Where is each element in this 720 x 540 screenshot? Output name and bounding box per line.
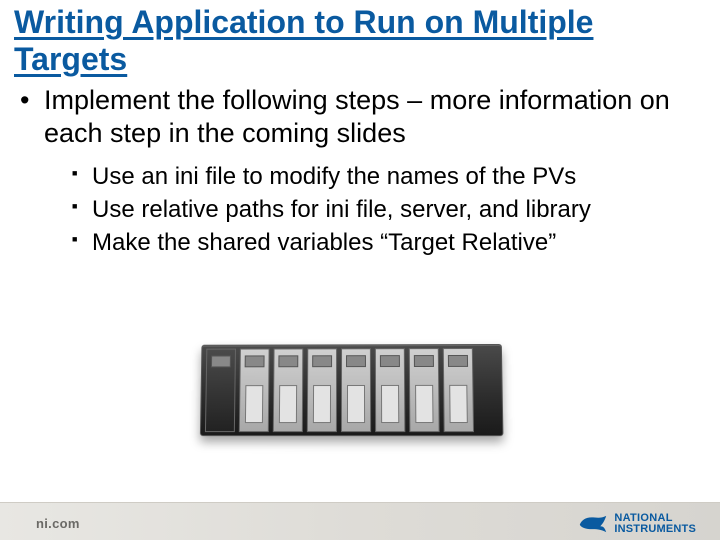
bullet-text: Use an ini file to modify the names of t… <box>92 163 576 190</box>
ni-logo: NATIONAL INSTRUMENTS <box>578 513 696 535</box>
bullet-text: Implement the following steps – more inf… <box>44 85 670 149</box>
list-item: Implement the following steps – more inf… <box>18 84 702 259</box>
list-item: Use relative paths for ini file, server,… <box>72 194 702 225</box>
slide: Writing Application to Run on Multiple T… <box>0 4 720 540</box>
chassis-slot <box>341 348 371 432</box>
chassis-slot <box>375 348 405 432</box>
bullet-text: Use relative paths for ini file, server,… <box>92 196 591 223</box>
chassis-slot <box>443 348 474 432</box>
ni-logo-text: NATIONAL INSTRUMENTS <box>614 513 696 535</box>
chassis-slot <box>273 348 303 432</box>
chassis-slot <box>239 349 270 433</box>
hardware-chassis-image <box>200 324 500 444</box>
bullet-list-level2: Use an ini file to modify the names of t… <box>72 161 702 259</box>
chassis-slot <box>409 348 440 432</box>
bullet-text: Make the shared variables “Target Relati… <box>92 229 556 256</box>
slide-title: Writing Application to Run on Multiple T… <box>14 4 720 78</box>
ni-eagle-icon <box>578 513 608 535</box>
logo-line2: INSTRUMENTS <box>614 524 696 535</box>
slide-body: Implement the following steps – more inf… <box>18 84 702 259</box>
bullet-list-level1: Implement the following steps – more inf… <box>18 84 702 259</box>
list-item: Use an ini file to modify the names of t… <box>72 161 702 192</box>
chassis-body <box>200 344 504 436</box>
list-item: Make the shared variables “Target Relati… <box>72 227 702 258</box>
footer-url: ni.com <box>36 516 80 531</box>
logo-line1: NATIONAL <box>614 513 696 524</box>
chassis-slot <box>307 348 337 432</box>
chassis-slot <box>205 349 236 433</box>
slide-footer: ni.com NATIONAL INSTRUMENTS <box>0 502 720 540</box>
